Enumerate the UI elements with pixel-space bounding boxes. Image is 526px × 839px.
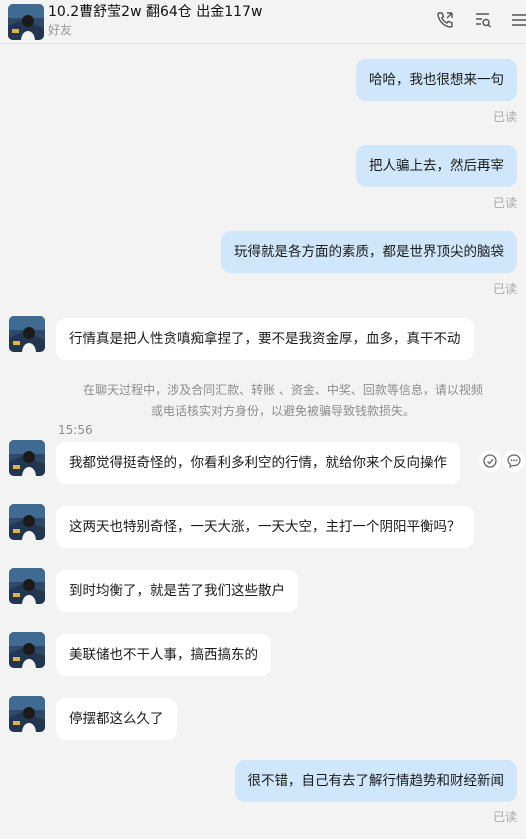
contact-avatar[interactable] [8, 4, 44, 40]
sender-avatar[interactable] [9, 568, 45, 604]
sender-avatar[interactable] [9, 696, 45, 732]
message-bubble-self[interactable]: 玩得就是各方面的素质，都是世界顶尖的脑袋 [221, 231, 517, 273]
read-status: 已读 [492, 110, 517, 124]
read-status: 已读 [492, 810, 517, 824]
sender-avatar[interactable] [9, 632, 45, 668]
contact-name: 10.2曹舒莹2w 翻64仓 出金117w [48, 4, 263, 20]
message-bubble-self[interactable]: 很不错，自己有去了解行情趋势和财经新闻 [234, 760, 517, 802]
contact-title-block: 10.2曹舒莹2w 翻64仓 出金117w 好友 [48, 3, 262, 38]
message-bubble-self[interactable]: 哈哈，我也很想来一句 [356, 59, 517, 101]
chat-header: 10.2曹舒莹2w 翻64仓 出金117w 好友 [0, 0, 526, 44]
message-bubble-other[interactable]: 停摆都这么久了 [56, 698, 177, 740]
sender-avatar[interactable] [9, 316, 45, 352]
more-options-icon[interactable] [503, 450, 525, 472]
read-status: 已读 [492, 282, 517, 296]
menu-icon[interactable] [508, 9, 526, 31]
message-bubble-self[interactable]: 把人骗上去，然后再宰 [356, 145, 517, 187]
search-list-icon[interactable] [472, 9, 494, 31]
quote-reply-icon[interactable] [479, 450, 501, 472]
sender-avatar[interactable] [9, 440, 45, 476]
message-bubble-other[interactable]: 行情真是把人性贪嗔痴拿捏了，要不是我资金厚，血多，真干不动 [56, 318, 474, 360]
security-notice: 在聊天过程中，涉及合同汇款、转账 、资金、中奖、回款等信息，请以视频或电话核实对… [83, 383, 483, 418]
contact-relation: 好友 [48, 23, 73, 37]
message-bubble-other[interactable]: 这两天也特别奇怪，一天大涨，一天大空，主打一个阴阳平衡吗？ [56, 506, 474, 548]
sender-avatar[interactable] [9, 504, 45, 540]
phone-icon[interactable] [434, 9, 456, 31]
message-bubble-other[interactable]: 到时均衡了，就是苦了我们这些散户 [56, 570, 298, 612]
read-status: 已读 [492, 196, 517, 210]
message-bubble-other[interactable]: 我都觉得挺奇怪的，你看利多利空的行情，就给你来个反向操作 [56, 442, 460, 484]
message-bubble-other[interactable]: 美联储也不干人事，搞西搞东的 [56, 634, 271, 676]
timestamp: 15:56 [58, 423, 93, 437]
